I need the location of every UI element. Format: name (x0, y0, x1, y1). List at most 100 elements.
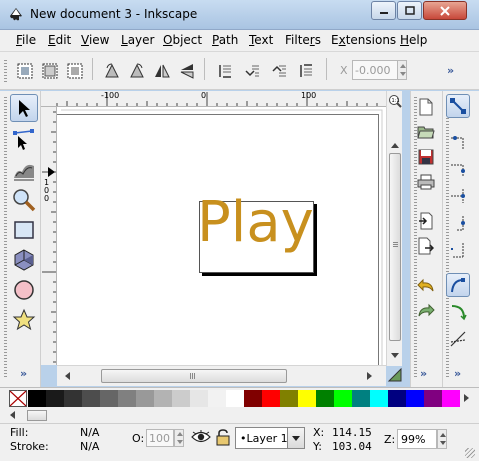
opacity-field[interactable]: 100 (146, 429, 174, 447)
zoom-fit-icon[interactable]: 1:1 (388, 94, 402, 108)
select-all-layers-button[interactable] (39, 60, 61, 82)
export-button[interactable] (414, 234, 438, 258)
vertical-scroll-thumb[interactable] (389, 153, 401, 341)
color-swatch[interactable] (136, 390, 154, 407)
tweak-tool[interactable] (10, 156, 38, 184)
undo-button[interactable] (414, 273, 438, 297)
deselect-button[interactable] (64, 60, 86, 82)
print-button[interactable] (414, 170, 438, 194)
rotate-cw-button[interactable] (126, 60, 148, 82)
color-swatch[interactable] (334, 390, 352, 407)
save-button[interactable] (414, 145, 438, 169)
snap-center-button[interactable] (446, 238, 470, 262)
flip-vertical-button[interactable] (176, 60, 198, 82)
horizontal-scrollbar[interactable] (57, 365, 386, 386)
drawing-canvas[interactable]: Play (57, 107, 386, 365)
3d-box-tool[interactable] (10, 246, 38, 274)
color-swatch[interactable] (262, 390, 280, 407)
rotate-ccw-button[interactable] (101, 60, 123, 82)
x-coordinate-stepper[interactable] (397, 60, 407, 80)
minimize-button[interactable] (371, 1, 396, 20)
menu-text[interactable]: Text (249, 33, 273, 47)
scroll-right-arrow[interactable] (367, 372, 372, 380)
lower-to-bottom-button[interactable] (214, 60, 236, 82)
menu-edit[interactable]: Edit (48, 33, 71, 47)
toolbar-grip[interactable] (4, 60, 7, 82)
horizontal-ruler[interactable]: -100 0 100 (41, 91, 386, 107)
vertical-ruler[interactable]: 1 0 0 (41, 107, 57, 365)
fill-value[interactable]: N/A (80, 426, 99, 439)
color-swatch[interactable] (424, 390, 442, 407)
x-coordinate-field[interactable]: -0.000 (352, 60, 398, 80)
menu-layer[interactable]: Layer (121, 33, 154, 47)
color-swatch[interactable] (298, 390, 316, 407)
color-swatch[interactable] (244, 390, 262, 407)
rectangle-tool[interactable] (10, 216, 38, 244)
palette-scrollbar[interactable] (0, 408, 479, 423)
color-swatch[interactable] (46, 390, 64, 407)
color-swatch[interactable] (154, 390, 172, 407)
ellipse-tool[interactable] (10, 276, 38, 304)
maximize-button[interactable] (397, 1, 422, 20)
color-swatch[interactable] (352, 390, 370, 407)
raise-button[interactable] (268, 60, 290, 82)
no-paint-swatch[interactable] (9, 390, 27, 407)
color-swatch[interactable] (280, 390, 298, 407)
palette-scroll-left[interactable] (10, 411, 15, 419)
star-tool[interactable] (10, 306, 38, 334)
snap-toggle-button[interactable] (446, 94, 470, 118)
node-editor-tool[interactable] (10, 126, 38, 154)
zoom-tool[interactable] (10, 186, 38, 214)
scroll-down-arrow[interactable] (391, 353, 399, 358)
snap-midpoints-button[interactable] (446, 211, 470, 235)
commands-more-button[interactable]: » (447, 64, 454, 77)
close-button[interactable] (423, 1, 467, 20)
toolbox-grip[interactable] (4, 97, 7, 377)
stroke-value[interactable]: N/A (80, 440, 99, 453)
color-swatch[interactable] (226, 390, 244, 407)
color-managed-view-icon[interactable] (387, 367, 403, 383)
menu-filters[interactable]: Filters (285, 33, 321, 47)
snap-bbox-edges-button[interactable] (446, 157, 470, 181)
menu-path[interactable]: Path (212, 33, 238, 47)
vertical-scrollbar[interactable]: 1:1 (386, 91, 402, 366)
lower-button[interactable] (241, 60, 263, 82)
snap-bbox-button[interactable] (446, 130, 470, 154)
color-swatch[interactable] (190, 390, 208, 407)
color-swatch[interactable] (370, 390, 388, 407)
snap-paths-button[interactable] (446, 300, 470, 324)
menu-help[interactable]: Help (400, 33, 427, 47)
palette-scroll-thumb[interactable] (27, 410, 47, 421)
flip-horizontal-button[interactable] (151, 60, 173, 82)
redo-button[interactable] (414, 298, 438, 322)
selector-tool[interactable] (10, 94, 38, 122)
horizontal-scroll-thumb[interactable] (101, 369, 287, 383)
tools-more-button[interactable]: » (20, 367, 27, 380)
resize-grip[interactable] (465, 448, 475, 458)
color-swatch[interactable] (82, 390, 100, 407)
color-swatch[interactable] (28, 390, 46, 407)
menu-extensions[interactable]: Extensions (331, 33, 396, 47)
color-swatch[interactable] (316, 390, 334, 407)
menu-view[interactable]: View (81, 33, 109, 47)
color-swatch[interactable] (406, 390, 424, 407)
color-swatch[interactable] (208, 390, 226, 407)
color-swatch[interactable] (172, 390, 190, 407)
color-swatch[interactable] (442, 390, 460, 407)
zoom-field[interactable]: 99% (397, 429, 437, 449)
canvas-text-object[interactable]: Play (197, 195, 314, 251)
commands-side-more-button[interactable]: » (420, 367, 427, 380)
new-document-button[interactable] (414, 95, 438, 119)
select-all-button[interactable] (14, 60, 36, 82)
snap-more-button[interactable]: » (454, 367, 461, 380)
color-swatch[interactable] (64, 390, 82, 407)
scroll-left-arrow[interactable] (65, 372, 70, 380)
color-swatch[interactable] (118, 390, 136, 407)
snap-nodes-button[interactable] (446, 273, 470, 297)
zoom-stepper[interactable] (437, 429, 447, 449)
layer-lock-icon[interactable] (216, 429, 230, 446)
raise-to-top-button[interactable] (295, 60, 317, 82)
layer-dropdown-button[interactable] (287, 427, 305, 449)
snap-bbox-corners-button[interactable] (446, 184, 470, 208)
layer-visibility-icon[interactable] (191, 430, 211, 444)
